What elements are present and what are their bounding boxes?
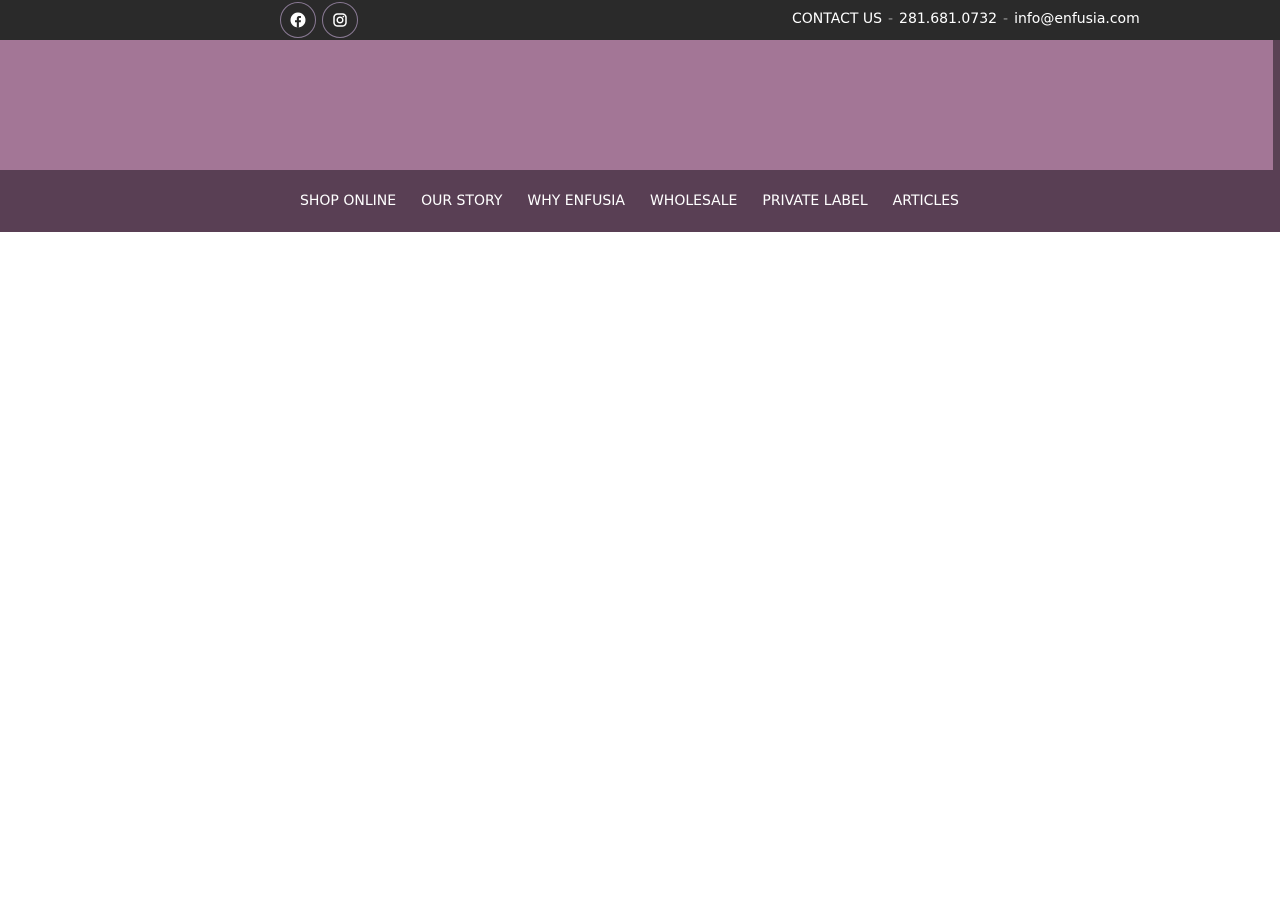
contact-separator: -: [1003, 11, 1009, 27]
instagram-icon: [333, 13, 347, 27]
facebook-button[interactable]: [280, 2, 316, 38]
nav-item-our-story[interactable]: OUR STORY: [421, 193, 502, 209]
nav-item-articles[interactable]: ARTICLES: [893, 193, 959, 209]
nav-item-private-label[interactable]: PRIVATE LABEL: [762, 193, 867, 209]
instagram-button[interactable]: [322, 2, 358, 38]
top-bar: CONTACT US - 281.681.0732 - info@enfusia…: [0, 0, 1280, 40]
contact-us-link[interactable]: CONTACT US: [792, 11, 882, 27]
banner-edge: [1273, 40, 1280, 170]
facebook-icon: [290, 12, 306, 28]
contact-info: CONTACT US - 281.681.0732 - info@enfusia…: [792, 0, 1140, 38]
social-links: [280, 2, 358, 38]
nav-menu: SHOP ONLINE OUR STORY WHY ENFUSIA WHOLES…: [300, 170, 959, 232]
contact-separator: -: [887, 11, 894, 27]
main-navigation: SHOP ONLINE OUR STORY WHY ENFUSIA WHOLES…: [0, 170, 1280, 232]
nav-item-wholesale[interactable]: WHOLESALE: [650, 193, 737, 209]
email-link[interactable]: info@enfusia.com: [1014, 11, 1140, 27]
phone-link[interactable]: 281.681.0732: [899, 11, 997, 27]
header-banner: [0, 40, 1273, 170]
main-content: [0, 232, 1280, 900]
nav-item-why-enfusia[interactable]: WHY ENFUSIA: [527, 193, 625, 209]
nav-item-shop-online[interactable]: SHOP ONLINE: [300, 193, 396, 209]
